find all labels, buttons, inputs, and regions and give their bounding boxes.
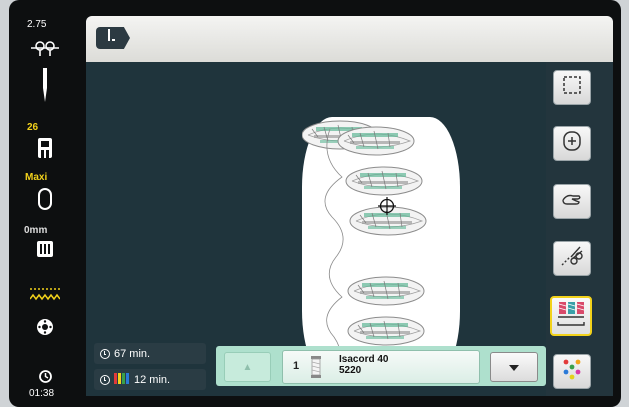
offset-value: 0mm (24, 225, 48, 236)
select-area-tool[interactable] (553, 70, 591, 105)
current-thread[interactable]: 1 Isacord 40 5220 (282, 350, 480, 384)
embroidery-panel: 67 min. 12 min. ▲ 1 Isacord 40 5220 (86, 16, 613, 396)
thread-cut-tool[interactable] (553, 241, 591, 276)
hand-icon (561, 190, 583, 213)
color-time-box: 12 min. (94, 369, 206, 390)
thread-colors-icon (556, 300, 586, 333)
center-crosshair-icon (378, 197, 396, 215)
clock-icon (100, 374, 110, 385)
stitch-pattern-icon[interactable] (29, 284, 61, 304)
top-value: 2.75 (27, 19, 47, 30)
color-dots-icon (561, 358, 583, 385)
stitch-length-value: 26 (27, 122, 39, 133)
thread-spool-icon (311, 356, 321, 383)
hoop-center-icon (562, 130, 582, 157)
back-button[interactable] (96, 27, 130, 49)
color-sequence-tool[interactable] (550, 296, 592, 336)
total-time: 67 min. (114, 347, 151, 360)
hoop-center-tool[interactable] (553, 126, 591, 161)
needle-back-icon (106, 28, 116, 48)
embroidery-design[interactable] (302, 117, 460, 381)
thread-selector: ▲ 1 Isacord 40 5220 (216, 346, 546, 386)
clock-time: 01:38 (29, 388, 55, 399)
header-strip (86, 16, 613, 62)
arrow-up-icon: ▲ (242, 361, 253, 373)
presser-foot-label: Maxi (25, 172, 48, 183)
previous-color-button[interactable]: ▲ (224, 352, 271, 382)
feed-dog-icon[interactable] (36, 240, 54, 258)
presser-foot-icon[interactable] (37, 137, 53, 159)
bobbin-icon[interactable] (35, 317, 55, 337)
move-design-tool[interactable] (553, 184, 591, 219)
color-bars-icon (114, 372, 130, 387)
hoop-icon[interactable] (36, 186, 54, 212)
color-time: 12 min. (134, 373, 171, 386)
total-time-box: 67 min. (94, 343, 206, 364)
thread-brand: Isacord 40 (339, 354, 389, 365)
needle-icon[interactable] (37, 68, 53, 102)
status-bar: 2.75 26 Maxi 0mm 01:38 (9, 0, 79, 407)
color-palette-tool[interactable] (553, 354, 591, 389)
arrow-down-icon (509, 358, 519, 376)
dashed-square-icon (562, 75, 582, 100)
thread-code: 5220 (339, 365, 362, 376)
thread-index: 1 (293, 360, 300, 372)
clock-icon (100, 348, 110, 359)
tension-icon[interactable] (29, 37, 61, 59)
next-color-button[interactable] (490, 352, 538, 382)
scissors-icon (560, 245, 584, 272)
clock-icon (38, 369, 52, 383)
